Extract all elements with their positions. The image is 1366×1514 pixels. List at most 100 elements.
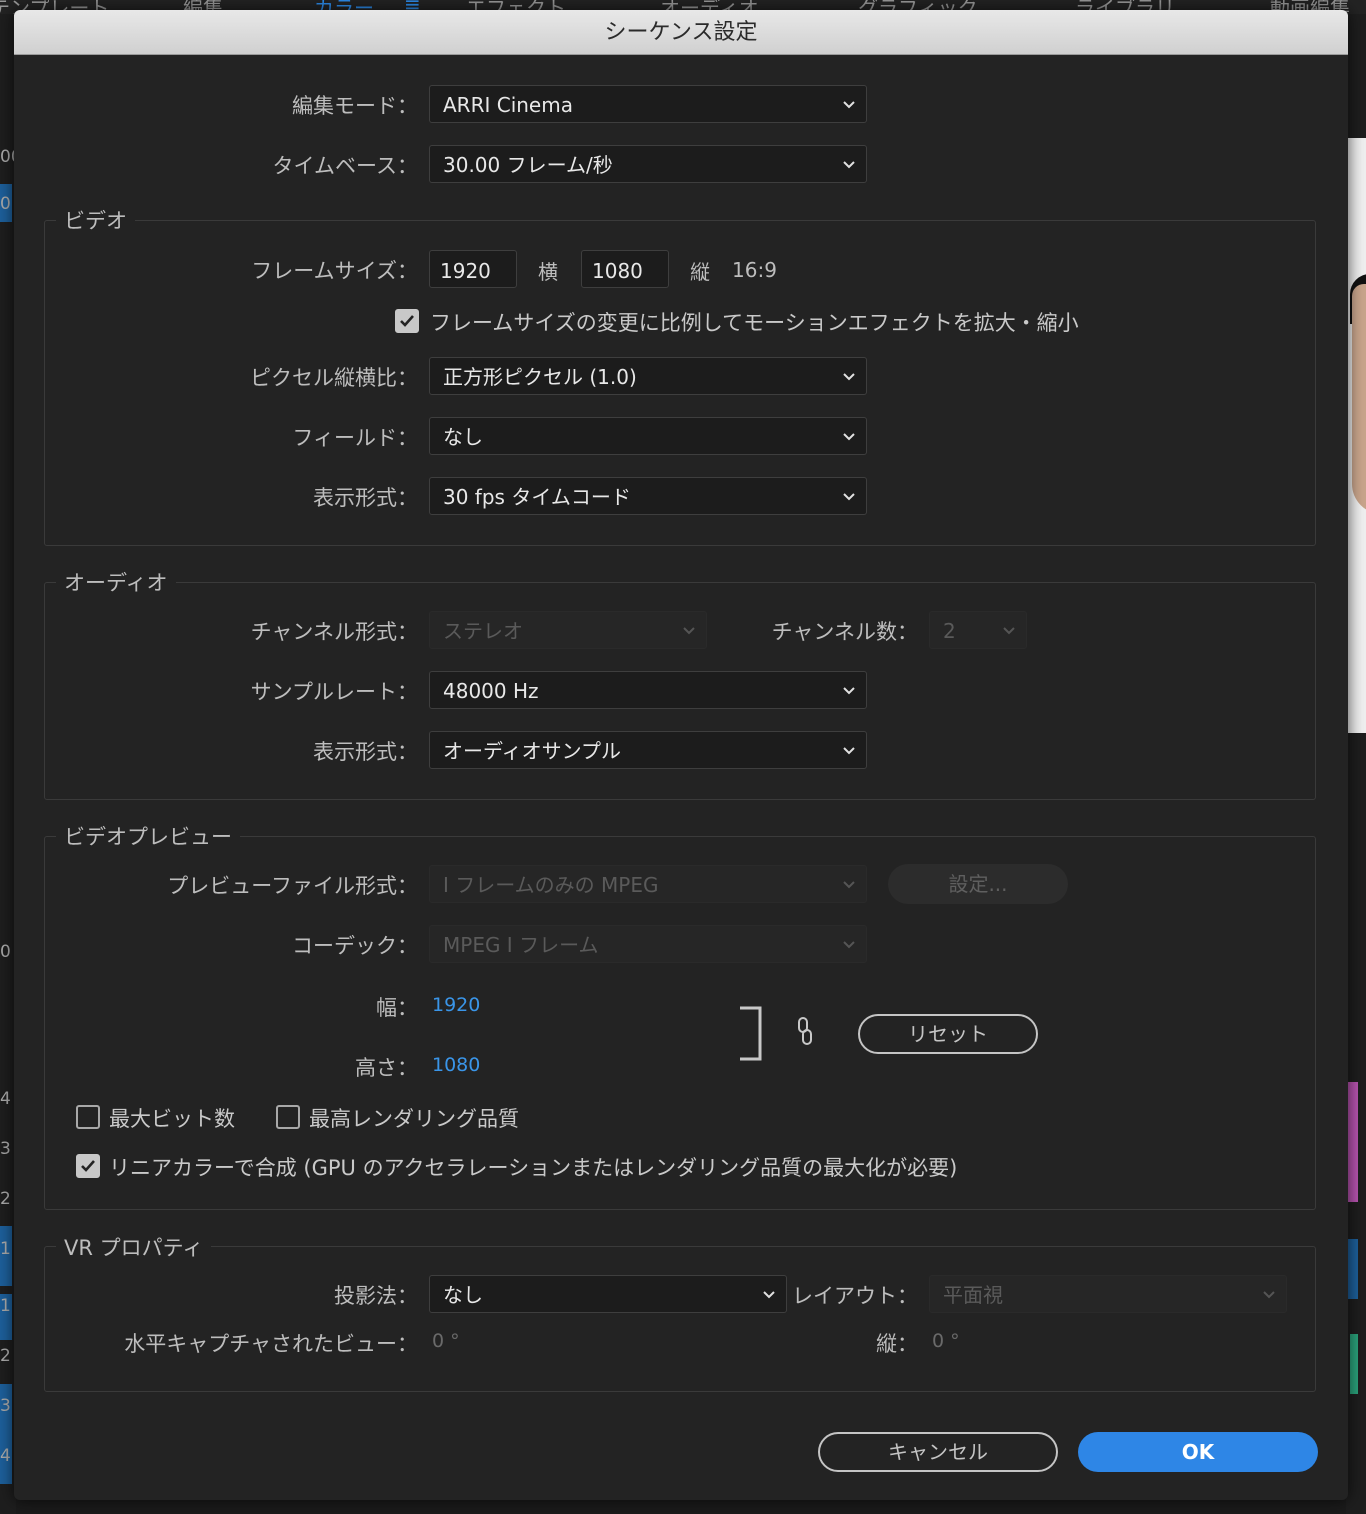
timebase-dropdown[interactable]: 30.00 フレーム/秒	[429, 145, 867, 183]
bg-left-number: 4	[0, 1089, 11, 1109]
preview-height-label: 高さ：	[355, 1056, 418, 1080]
frame-height-input[interactable]: 1080	[581, 250, 669, 288]
fields-label: フィールド：	[292, 426, 418, 450]
bg-left-number: 3	[0, 1396, 11, 1416]
video-display-format-label: 表示形式：	[313, 486, 418, 510]
chevron-down-icon	[843, 161, 855, 169]
edit-mode-label: 編集モード：	[292, 94, 418, 118]
bg-left-number: 4	[0, 1446, 11, 1466]
scale-motion-label: フレームサイズの変更に比例してモーションエフェクトを拡大・縮小	[430, 311, 1079, 335]
preview-file-format-value: I フレームのみの MPEG	[443, 873, 659, 897]
chevron-down-icon	[843, 493, 855, 501]
chevron-down-icon	[843, 687, 855, 695]
bg-left-number: 2	[0, 1189, 11, 1209]
vr-properties-group-title: VR プロパティ	[56, 1232, 212, 1262]
linear-color-checkbox[interactable]	[76, 1154, 100, 1178]
fields-dropdown[interactable]: なし	[429, 417, 867, 455]
sample-rate-value: 48000 Hz	[443, 679, 539, 703]
timebase-value: 30.00 フレーム/秒	[443, 153, 613, 177]
cancel-button[interactable]: キャンセル	[818, 1432, 1058, 1472]
chevron-down-icon	[843, 433, 855, 441]
chevron-down-icon	[763, 1291, 775, 1299]
bg-left-number: 3	[0, 1139, 11, 1159]
edit-mode-value: ARRI Cinema	[443, 93, 573, 117]
max-render-quality-checkbox[interactable]	[276, 1105, 300, 1129]
max-bit-depth-label: 最大ビット数	[109, 1107, 235, 1131]
projection-value: なし	[443, 1283, 483, 1307]
channel-format-value: ステレオ	[443, 619, 523, 643]
preview-width-label: 幅：	[376, 996, 418, 1020]
video-preview-group-title: ビデオプレビュー	[56, 821, 240, 851]
channel-format-dropdown[interactable]: ステレオ	[429, 611, 707, 649]
sequence-settings-dialog: シーケンス設定 編集モード： ARRI Cinema タイムベース： 30.00…	[14, 10, 1348, 1500]
frame-height-unit: 縦	[690, 260, 710, 284]
sample-rate-label: サンプルレート：	[250, 680, 418, 704]
bg-left-number: 0	[0, 942, 11, 962]
bg-left-number: 1	[0, 1296, 11, 1316]
checkmark-icon	[81, 1160, 95, 1172]
chevron-down-icon	[1263, 1291, 1275, 1299]
background-program-monitor	[1346, 14, 1366, 1514]
sample-rate-dropdown[interactable]: 48000 Hz	[429, 671, 867, 709]
frame-width-unit: 横	[538, 260, 558, 284]
bg-left-number: 0	[0, 194, 11, 214]
pixel-aspect-dropdown[interactable]: 正方形ピクセル (1.0)	[429, 357, 867, 395]
codec-value: MPEG I フレーム	[443, 933, 599, 957]
scale-motion-checkbox[interactable]	[395, 309, 419, 333]
projection-dropdown[interactable]: なし	[429, 1275, 787, 1313]
max-bit-depth-checkbox[interactable]	[76, 1105, 100, 1129]
pixel-aspect-value: 正方形ピクセル (1.0)	[443, 365, 637, 389]
max-render-quality-label: 最高レンダリング品質	[309, 1107, 519, 1131]
audio-display-format-dropdown[interactable]: オーディオサンプル	[429, 731, 867, 769]
chevron-down-icon	[683, 627, 695, 635]
timebase-label: タイムベース：	[272, 154, 418, 178]
preview-settings-button[interactable]: 設定...	[888, 864, 1068, 904]
vr-properties-group	[44, 1246, 1316, 1392]
codec-dropdown[interactable]: MPEG I フレーム	[429, 925, 867, 963]
horizontal-view-value: 0 °	[432, 1330, 460, 1352]
reset-button[interactable]: リセット	[858, 1014, 1038, 1054]
video-display-format-dropdown[interactable]: 30 fps タイムコード	[429, 477, 867, 515]
layout-value: 平面視	[943, 1283, 1003, 1307]
audio-group-title: オーディオ	[56, 567, 176, 597]
checkmark-icon	[400, 315, 414, 327]
video-group-title: ビデオ	[56, 205, 135, 235]
ok-button[interactable]: OK	[1078, 1432, 1318, 1472]
frame-size-label: フレームサイズ：	[251, 259, 418, 283]
frame-width-input[interactable]: 1920	[429, 250, 517, 288]
preview-file-format-label: プレビューファイル形式：	[167, 874, 418, 898]
bg-left-number: 1	[0, 1239, 11, 1259]
chevron-down-icon	[843, 373, 855, 381]
vertical-view-value: 0 °	[932, 1330, 960, 1352]
video-display-format-value: 30 fps タイムコード	[443, 485, 631, 509]
aspect-ratio-text: 16:9	[732, 258, 777, 282]
layout-dropdown[interactable]: 平面視	[929, 1275, 1287, 1313]
chevron-down-icon	[843, 881, 855, 889]
chevron-down-icon	[843, 101, 855, 109]
edit-mode-dropdown[interactable]: ARRI Cinema	[429, 85, 867, 123]
bracket-icon	[740, 1006, 762, 1061]
channel-format-label: チャンネル形式：	[250, 620, 418, 644]
fields-value: なし	[443, 425, 483, 449]
chevron-down-icon	[843, 941, 855, 949]
preview-height-value[interactable]: 1080	[432, 1054, 480, 1076]
horizontal-view-label: 水平キャプチャされたビュー：	[124, 1332, 418, 1356]
preview-width-value[interactable]: 1920	[432, 994, 480, 1016]
channel-count-label: チャンネル数：	[771, 620, 918, 644]
preview-file-format-dropdown[interactable]: I フレームのみの MPEG	[429, 865, 867, 903]
bg-left-number: 2	[0, 1346, 11, 1366]
audio-display-format-value: オーディオサンプル	[443, 739, 621, 763]
codec-label: コーデック：	[292, 934, 418, 958]
audio-display-format-label: 表示形式：	[313, 740, 418, 764]
projection-label: 投影法：	[334, 1284, 418, 1308]
link-icon[interactable]	[796, 1016, 814, 1048]
linear-color-label: リニアカラーで合成 (GPU のアクセラレーションまたはレンダリング品質の最大化…	[109, 1156, 958, 1180]
vertical-view-label: 縦：	[876, 1332, 918, 1356]
channel-count-value: 2	[943, 619, 956, 643]
layout-label: レイアウト：	[792, 1284, 918, 1308]
chevron-down-icon	[1003, 627, 1015, 635]
dialog-title: シーケンス設定	[14, 10, 1348, 55]
pixel-aspect-label: ピクセル縦横比：	[250, 366, 418, 390]
chevron-down-icon	[843, 747, 855, 755]
channel-count-dropdown[interactable]: 2	[929, 611, 1027, 649]
